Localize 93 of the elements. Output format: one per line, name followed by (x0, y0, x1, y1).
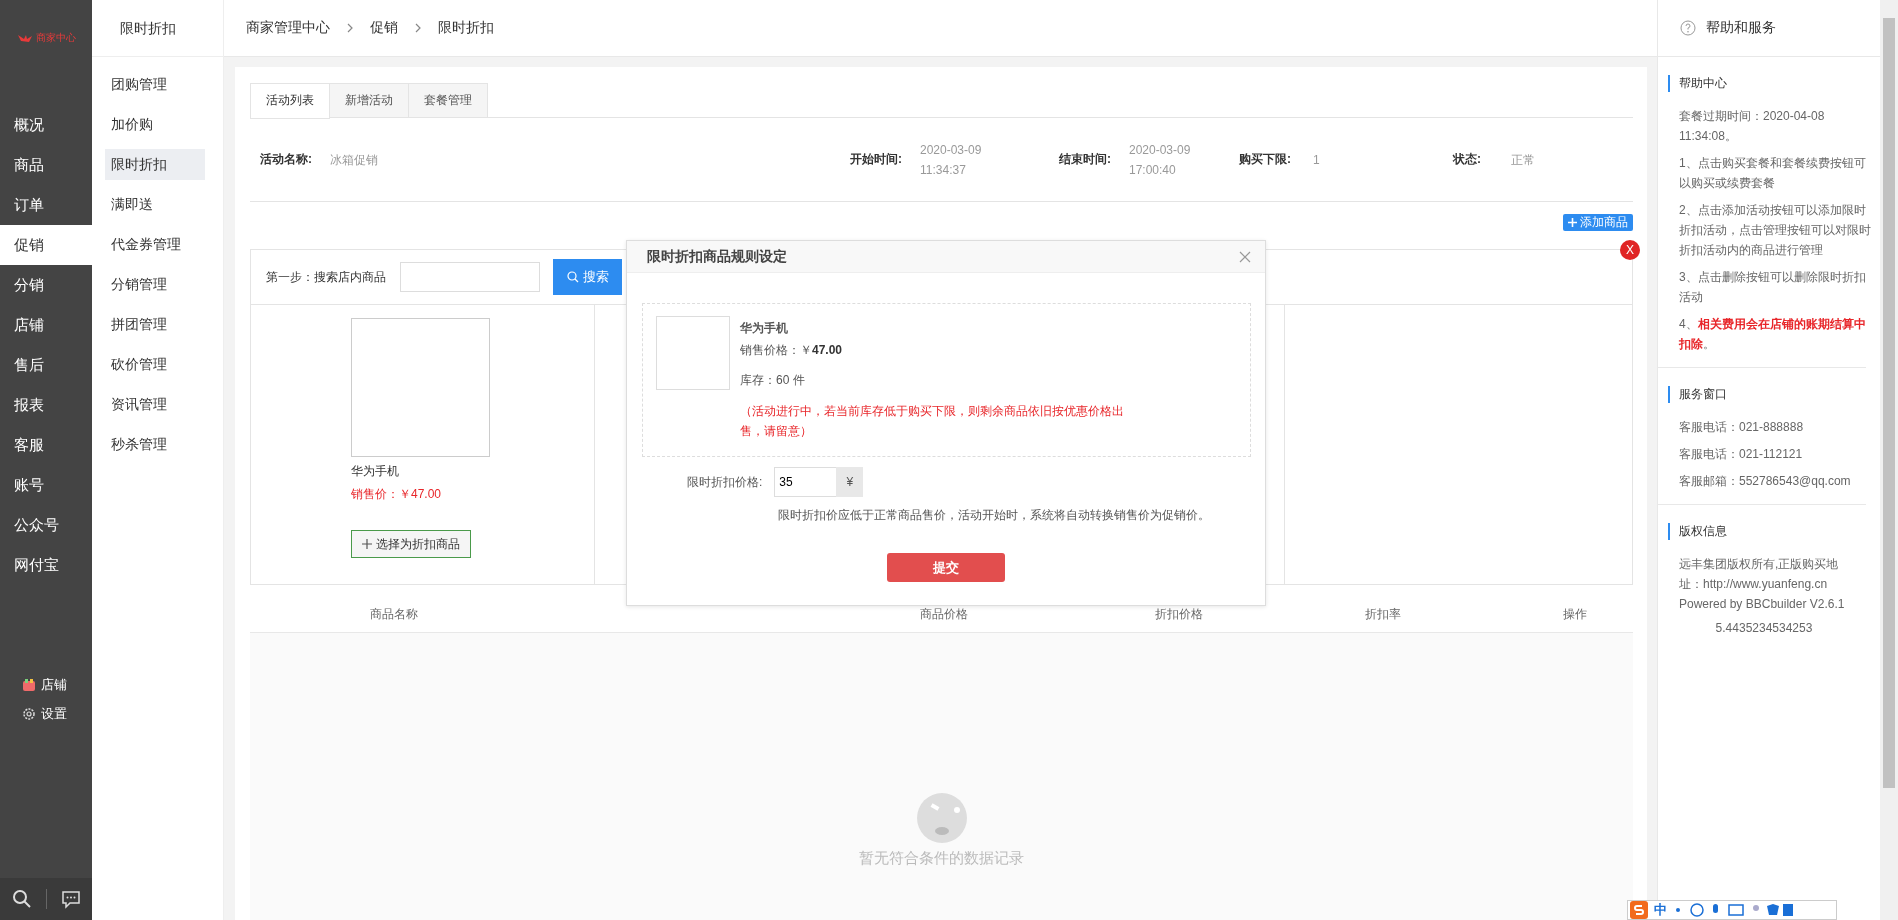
help-title: 帮助和服务 (1706, 19, 1776, 37)
nav-item[interactable]: 店铺 (0, 305, 92, 345)
help-section-title: 帮助中心 (1668, 75, 1874, 92)
close-badge[interactable]: X (1620, 240, 1640, 260)
help-text: 4、相关费用会在店铺的账期结算中扣除。 (1679, 316, 1867, 353)
tab[interactable]: 套餐管理 (409, 83, 488, 118)
empty-data-icon (916, 793, 967, 843)
field-label: 状态: (1453, 151, 1481, 168)
subnav-item[interactable]: 加价购 (105, 109, 205, 140)
field-value: 1 (1313, 151, 1320, 169)
ime-tools-icon[interactable] (1673, 903, 1793, 917)
help-section-title: 版权信息 (1668, 523, 1860, 540)
help-icon (1680, 20, 1696, 36)
search-icon[interactable] (12, 889, 32, 909)
empty-message: 暂无符合条件的数据记录 (859, 849, 1024, 868)
help-text: 客服电话：021-112121 (1679, 446, 1804, 463)
plus-icon (1568, 218, 1577, 227)
subnav-item[interactable]: 秒杀管理 (105, 429, 205, 460)
subnav-item[interactable]: 满即送 (105, 189, 205, 220)
submit-button[interactable]: 提交 (887, 553, 1005, 582)
breadcrumb-link[interactable]: 限时折扣 (438, 19, 494, 37)
help-text: 客服邮箱：552786543@qq.com (1679, 473, 1852, 490)
field-label: 开始时间: (850, 151, 902, 168)
subnav-item[interactable]: 资讯管理 (105, 389, 205, 420)
tab[interactable]: 活动列表 (250, 83, 330, 119)
version-number: 5.4435234534253 (1714, 621, 1814, 635)
logo-text: 商家中心 (35, 31, 76, 45)
ime-mode-label[interactable]: 中 (1654, 901, 1667, 919)
column-header: 折扣价格 (1155, 606, 1203, 623)
field-label: 购买下限: (1239, 151, 1291, 168)
nav-item[interactable]: 账号 (0, 465, 92, 505)
nav-item[interactable]: 分销 (0, 265, 92, 305)
column-header: 商品名称 (370, 606, 418, 623)
help-text: 远丰集团版权所有,正版购买地址：http://www.yuanfeng.cn Powered by BBCbuilder V2.6.1 (1679, 556, 1846, 613)
warning-notice: （活动进行中，若当前库存低于购买下限，则剩余商品依旧按优惠价格出售，请留意） (740, 403, 1125, 440)
nav-item[interactable]: 售后 (0, 345, 92, 385)
help-text: 3、点击删除按钮可以删除限时折扣活动 (1679, 269, 1867, 306)
breadcrumb-link[interactable]: 促销 (370, 19, 398, 37)
scrollbar[interactable] (1880, 0, 1898, 920)
gear-icon (22, 706, 36, 721)
nav-item[interactable]: 网付宝 (0, 545, 92, 585)
search-icon (566, 271, 579, 283)
breadcrumb-link[interactable]: 商家管理中心 (246, 19, 330, 37)
tab[interactable]: 新增活动 (330, 83, 409, 118)
field-label: 活动名称: (260, 151, 312, 168)
subnav-item[interactable]: 砍价管理 (105, 349, 205, 380)
hint-text: 限时折扣价应低于正常商品售价，活动开始时，系统将自动转换销售价为促销价。 (778, 507, 1211, 524)
chat-icon[interactable] (61, 889, 81, 909)
product-name: 华为手机 (351, 463, 400, 480)
field-value: 2020-03-09 17:00:40 (1129, 141, 1192, 179)
field-value: 冰箱促销 (330, 151, 378, 169)
help-section-title: 服务窗口 (1668, 386, 1860, 403)
help-text: 1、点击购买套餐和套餐续费按钮可以购买或续费套餐 (1679, 155, 1867, 192)
field-value: 正常 (1511, 151, 1535, 169)
product-price: 销售价格：￥47.00 (740, 342, 844, 359)
search-field[interactable] (400, 262, 540, 292)
stock-count: 库存：60 件 (740, 372, 806, 389)
search-label: 第一步：搜索店内商品 (266, 268, 386, 286)
product-price: 销售价：￥47.00 (351, 486, 443, 503)
help-text: 套餐过期时间：2020-04-08 11:34:08。 (1679, 108, 1826, 145)
subnav-item[interactable]: 限时折扣 (105, 149, 205, 180)
chevron-icon (414, 23, 422, 33)
price-input[interactable]: 35 (774, 467, 837, 497)
nav-item[interactable]: 公众号 (0, 505, 92, 545)
subnav-item[interactable]: 代金券管理 (105, 229, 205, 260)
sidebar-footer-link[interactable]: 设置 (41, 704, 67, 723)
dialog-title: 限时折扣商品规则设定 (647, 247, 787, 266)
product-name: 华为手机 (740, 320, 789, 337)
select-discount-button[interactable]: 选择为折扣商品 (351, 530, 471, 558)
currency-addon: ¥ (836, 467, 864, 497)
field-label: 限时折扣价格: (687, 473, 763, 491)
help-text: 2、点击添加活动按钮可以添加限时折扣活动，点击管理按钮可以对限时折扣活动内的商品进行管理 (1679, 202, 1872, 259)
subnav-item[interactable]: 拼团管理 (105, 309, 205, 340)
nav-item[interactable]: 订单 (0, 185, 92, 225)
plus-icon (362, 539, 372, 549)
nav-item[interactable]: 报表 (0, 385, 92, 425)
section-title: 限时折扣 (92, 0, 223, 57)
help-text: 客服电话：021-888888 (1679, 419, 1805, 436)
column-header: 折扣率 (1365, 606, 1401, 623)
nav-item[interactable]: 概况 (0, 105, 92, 145)
field-value: 2020-03-09 11:34:37 (920, 141, 983, 179)
nav-item[interactable]: 客服 (0, 425, 92, 465)
field-label: 结束时间: (1059, 151, 1111, 168)
column-header: 商品价格 (920, 606, 968, 623)
column-header: 操作 (1563, 606, 1587, 623)
store-icon (22, 677, 36, 692)
close-icon[interactable] (1239, 250, 1251, 263)
subnav-item[interactable]: 团购管理 (105, 69, 205, 100)
nav-item[interactable]: 促销 (0, 225, 92, 265)
subnav-item[interactable]: 分销管理 (105, 269, 205, 300)
sidebar-footer-link[interactable]: 店铺 (41, 675, 67, 694)
chevron-icon (346, 23, 354, 33)
nav-item[interactable]: 商品 (0, 145, 92, 185)
